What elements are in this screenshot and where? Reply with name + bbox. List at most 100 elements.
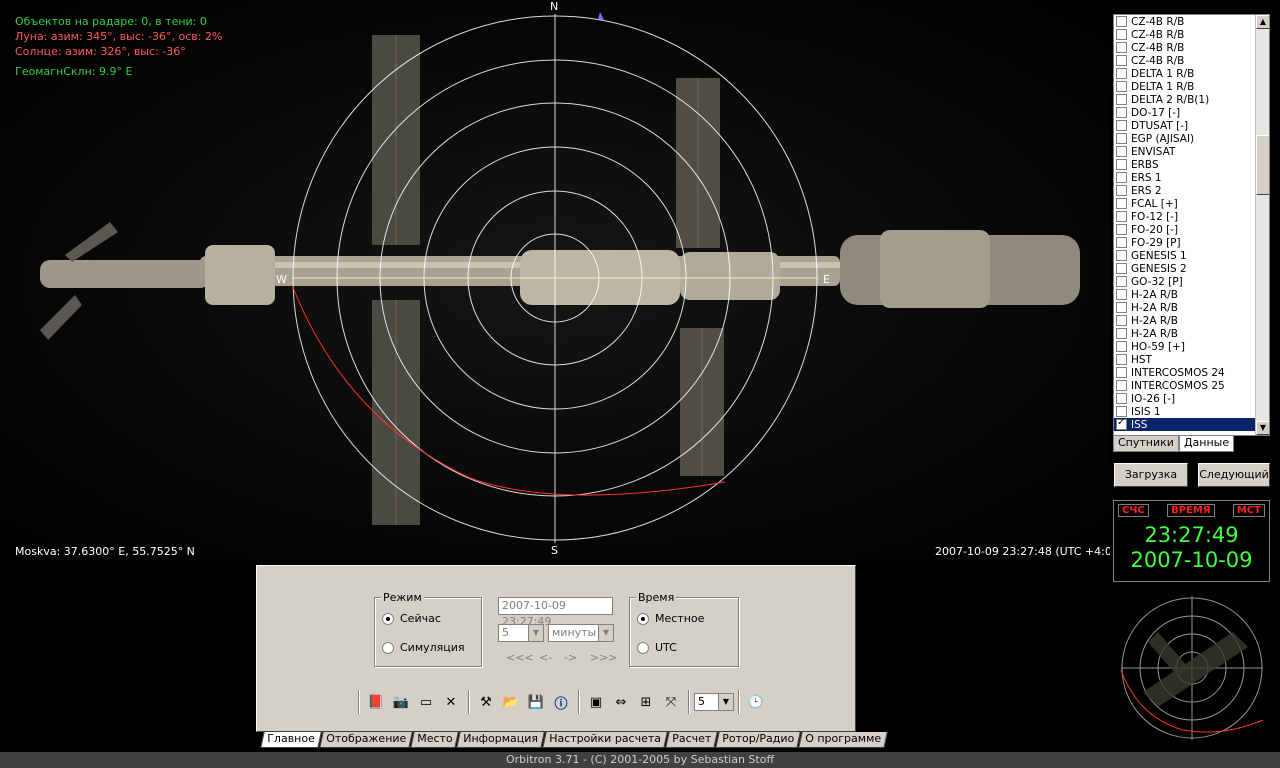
satellite-checkbox[interactable] — [1116, 211, 1127, 222]
tab-item[interactable]: Главное — [260, 732, 322, 748]
satellite-checkbox[interactable] — [1116, 172, 1127, 183]
satellite-checkbox[interactable] — [1116, 68, 1127, 79]
satellite-item[interactable]: DELTA 2 R/B(1) — [1114, 93, 1269, 106]
satellite-item[interactable]: GENESIS 2 — [1114, 262, 1269, 275]
satellite-item[interactable]: CZ-4B R/B — [1114, 54, 1269, 67]
resize-icon[interactable]: ⤧ — [659, 690, 683, 714]
satellite-checkbox[interactable] — [1116, 393, 1127, 404]
satellite-item[interactable]: CZ-4B R/B — [1114, 15, 1269, 28]
satellite-item[interactable]: FCAL [+] — [1114, 197, 1269, 210]
satellite-item[interactable]: INTERCOSMOS 25 — [1114, 379, 1269, 392]
satellite-item[interactable]: H-2A R/B — [1114, 314, 1269, 327]
satellite-checkbox[interactable] — [1116, 185, 1127, 196]
satellite-checkbox[interactable] — [1116, 367, 1127, 378]
clock-time-label[interactable]: ВРЕМЯ — [1167, 504, 1215, 517]
tab-item[interactable]: Ротор/Радио — [715, 732, 801, 748]
fullscreen-icon[interactable]: ▣ — [584, 690, 608, 714]
satellite-checkbox[interactable] — [1116, 94, 1127, 105]
satellite-item[interactable]: ERS 2 — [1114, 184, 1269, 197]
chevron-down-icon[interactable]: ▼ — [528, 625, 543, 641]
satellite-checkbox[interactable] — [1116, 328, 1127, 339]
satellite-item[interactable]: EGP (AJISAI) — [1114, 132, 1269, 145]
satellite-item[interactable]: DELTA 1 R/B — [1114, 80, 1269, 93]
tab-item[interactable]: Отображение — [318, 732, 413, 748]
satellite-item[interactable]: CZ-4B R/B — [1114, 28, 1269, 41]
satellite-item[interactable]: DTUSAT [-] — [1114, 119, 1269, 132]
satellite-item[interactable]: FO-29 [P] — [1114, 236, 1269, 249]
satellite-checkbox[interactable] — [1116, 237, 1127, 248]
step-unit-combo[interactable]: минуты ▼ — [548, 624, 614, 642]
satellite-item[interactable]: GENESIS 1 — [1114, 249, 1269, 262]
satellite-checkbox[interactable] — [1116, 289, 1127, 300]
clock-zone-label[interactable]: МСТ — [1232, 504, 1265, 517]
chevron-down-icon[interactable]: ▼ — [718, 694, 733, 710]
satellite-checkbox[interactable] — [1116, 276, 1127, 287]
scroll-thumb[interactable] — [1256, 135, 1269, 195]
satellite-item[interactable]: ERS 1 — [1114, 171, 1269, 184]
tab-satellites[interactable]: Спутники — [1113, 436, 1179, 452]
satellite-item[interactable]: H-2A R/B — [1114, 301, 1269, 314]
load-tle-button[interactable]: Загрузка TLE — [1114, 463, 1188, 503]
satellite-checkbox[interactable] — [1116, 224, 1127, 235]
satellite-item[interactable]: IO-26 [-] — [1114, 392, 1269, 405]
tab-data[interactable]: Данные — [1178, 436, 1235, 452]
satellite-checkbox[interactable] — [1116, 55, 1127, 66]
sim-datetime-field[interactable]: 2007-10-09 23:27:49 — [498, 597, 613, 628]
minimize-icon[interactable]: ▭ — [414, 690, 438, 714]
satellite-item[interactable]: ENVISAT — [1114, 145, 1269, 158]
satellite-checkbox[interactable] — [1116, 263, 1127, 274]
scroll-up-button[interactable]: ▲ — [1256, 15, 1269, 29]
satellite-checkbox[interactable] — [1116, 29, 1127, 40]
step-value-combo[interactable]: 5 ▼ — [498, 624, 544, 642]
satellite-checkbox[interactable] — [1116, 42, 1127, 53]
satellite-checkbox[interactable] — [1116, 354, 1127, 365]
save-icon[interactable]: 💾 — [524, 690, 548, 714]
tab-item[interactable]: О программе — [798, 732, 888, 748]
satellite-item[interactable]: DO-17 [-] — [1114, 106, 1269, 119]
satellite-item[interactable]: CZ-4B R/B — [1114, 41, 1269, 54]
satellite-checkbox[interactable] — [1116, 146, 1127, 157]
satellite-checkbox[interactable] — [1116, 107, 1127, 118]
tab-item[interactable]: Информация — [456, 732, 545, 748]
back-button[interactable]: <- — [539, 651, 552, 664]
satellite-item[interactable]: ISS — [1114, 417, 1269, 431]
satellite-item[interactable]: H-2A R/B — [1114, 327, 1269, 340]
tools-icon[interactable]: ⚒ — [474, 690, 498, 714]
tab-item[interactable]: Расчет — [665, 732, 718, 748]
time-utc-radio[interactable]: UTC — [637, 641, 677, 654]
satellite-item[interactable]: INTERCOSMOS 24 — [1114, 366, 1269, 379]
clock-icon[interactable]: 🕒 — [744, 690, 768, 714]
satellite-item[interactable]: FO-12 [-] — [1114, 210, 1269, 223]
satellite-checkbox[interactable] — [1116, 302, 1127, 313]
satellite-item[interactable]: HO-59 [+] — [1114, 340, 1269, 353]
open-folder-icon[interactable]: 📂 — [499, 690, 523, 714]
forward-button[interactable]: -> — [564, 651, 577, 664]
satellite-item[interactable]: ERBS — [1114, 158, 1269, 171]
satellite-item[interactable]: GO-32 [P] — [1114, 275, 1269, 288]
satellite-checkbox[interactable] — [1116, 16, 1127, 27]
close-icon[interactable]: ✕ — [439, 690, 463, 714]
tab-item[interactable]: Место — [410, 732, 459, 748]
zoom-combo[interactable]: 5 ▼ — [694, 693, 734, 711]
clock-local-label[interactable]: СЧС — [1118, 504, 1149, 517]
satellite-item[interactable]: ISIS 1 — [1114, 405, 1269, 418]
radar-view[interactable]: Объектов на радаре: 0, в тени: 0 Луна: а… — [0, 0, 1110, 560]
mode-simulation-radio[interactable]: Симуляция — [382, 641, 465, 654]
list-scrollbar[interactable]: ▲ ▼ — [1255, 15, 1269, 435]
satellite-checkbox[interactable] — [1116, 380, 1127, 391]
satellite-checkbox[interactable] — [1116, 198, 1127, 209]
satellite-checkbox[interactable] — [1116, 406, 1127, 417]
satellite-checkbox[interactable] — [1116, 133, 1127, 144]
satellite-checkbox[interactable] — [1116, 81, 1127, 92]
tab-item[interactable]: Настройки расчета — [542, 732, 668, 748]
fit-width-icon[interactable]: ⇔ — [609, 690, 633, 714]
time-local-radio[interactable]: Местное — [637, 612, 704, 625]
satellite-item[interactable]: HST — [1114, 353, 1269, 366]
satellite-item[interactable]: FO-20 [-] — [1114, 223, 1269, 236]
scroll-down-button[interactable]: ▼ — [1256, 421, 1269, 435]
satellite-checkbox[interactable] — [1116, 120, 1127, 131]
fast-forward-button[interactable]: >>> — [590, 651, 618, 664]
book-icon[interactable]: 📕 — [364, 690, 388, 714]
fast-back-button[interactable]: <<< — [506, 651, 534, 664]
satellite-checkbox[interactable] — [1116, 417, 1127, 430]
